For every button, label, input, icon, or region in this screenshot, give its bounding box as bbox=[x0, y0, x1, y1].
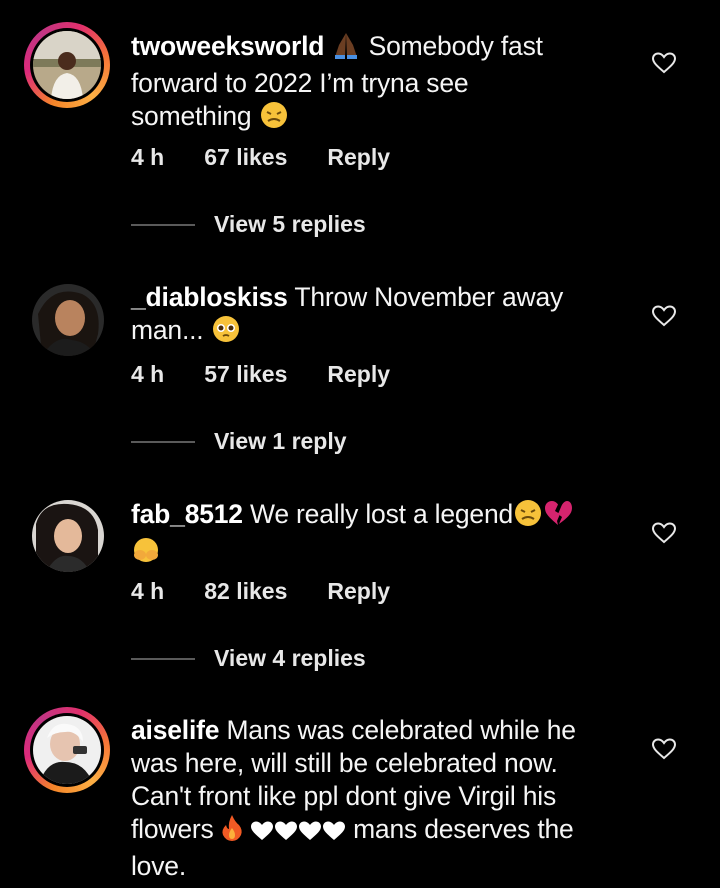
fire-emoji-icon bbox=[221, 814, 243, 850]
comment-username[interactable]: fab_8512 bbox=[131, 499, 243, 529]
avatar[interactable] bbox=[32, 284, 104, 356]
replies-divider bbox=[131, 223, 195, 226]
comment-text: something bbox=[131, 101, 252, 131]
comment-username[interactable]: _diabloskiss bbox=[131, 282, 288, 312]
view-replies-label: View 4 replies bbox=[214, 645, 366, 671]
white-heart-emoji-icon bbox=[250, 817, 274, 850]
comment-username[interactable]: twoweeksworld bbox=[131, 31, 324, 61]
avatar[interactable] bbox=[32, 500, 104, 572]
comment-time: 4 h bbox=[131, 361, 165, 387]
comment-time: 4 h bbox=[131, 144, 165, 170]
comment-likes[interactable]: 67 likes bbox=[204, 144, 287, 171]
broken-heart-emoji-icon bbox=[543, 499, 573, 535]
comment-username[interactable]: aiselife bbox=[131, 715, 219, 745]
comment-text: Mans was celebrated while he bbox=[226, 715, 576, 745]
view-replies-label: View 5 replies bbox=[214, 211, 366, 237]
like-heart-icon[interactable] bbox=[651, 738, 677, 760]
reply-button[interactable]: Reply bbox=[327, 578, 390, 605]
like-heart-icon[interactable] bbox=[651, 52, 677, 74]
reply-button[interactable]: Reply bbox=[327, 361, 390, 388]
avatar bbox=[33, 716, 101, 784]
comment-text: flowers bbox=[131, 814, 214, 844]
view-replies-label: View 1 reply bbox=[214, 428, 347, 454]
avatar bbox=[33, 31, 101, 99]
avatar-story-ring[interactable] bbox=[24, 707, 110, 793]
like-heart-icon[interactable] bbox=[651, 305, 677, 327]
comment-text: Can't front like ppl dont give Virgil hi… bbox=[131, 781, 557, 811]
comment-text: man... bbox=[131, 315, 204, 345]
persevering-face-emoji-icon bbox=[259, 101, 289, 137]
view-replies-button[interactable]: View 4 replies bbox=[131, 645, 366, 672]
face-in-hands-emoji-icon bbox=[131, 536, 161, 572]
comment-text: We really lost a legend bbox=[250, 499, 514, 529]
persevering-face-emoji-icon bbox=[513, 499, 543, 535]
folded-hands-dark-emoji-icon bbox=[331, 31, 361, 67]
comment-text: forward to 2022 I’m tryna see bbox=[131, 68, 469, 98]
replies-divider bbox=[131, 440, 195, 443]
like-heart-icon[interactable] bbox=[651, 522, 677, 544]
view-replies-button[interactable]: View 1 reply bbox=[131, 428, 347, 455]
view-replies-button[interactable]: View 5 replies bbox=[131, 211, 366, 238]
comment-text: Throw November away bbox=[294, 282, 564, 312]
replies-divider bbox=[131, 657, 195, 660]
reply-button[interactable]: Reply bbox=[327, 144, 390, 171]
avatar-story-ring[interactable] bbox=[24, 22, 110, 108]
comment-likes[interactable]: 57 likes bbox=[204, 361, 287, 388]
comment-likes[interactable]: 82 likes bbox=[204, 578, 287, 605]
comment-text: Somebody fast bbox=[368, 31, 543, 61]
white-heart-emoji-icon bbox=[322, 817, 346, 850]
comment-text: mans deserves the bbox=[353, 814, 574, 844]
white-heart-emoji-icon bbox=[274, 817, 298, 850]
comment-text: love. bbox=[131, 851, 186, 881]
comment-text: was here, will still be celebrated now. bbox=[131, 748, 558, 778]
white-heart-emoji-icon bbox=[298, 817, 322, 850]
comment-time: 4 h bbox=[131, 578, 165, 604]
pleading-face-emoji-icon bbox=[211, 315, 241, 351]
